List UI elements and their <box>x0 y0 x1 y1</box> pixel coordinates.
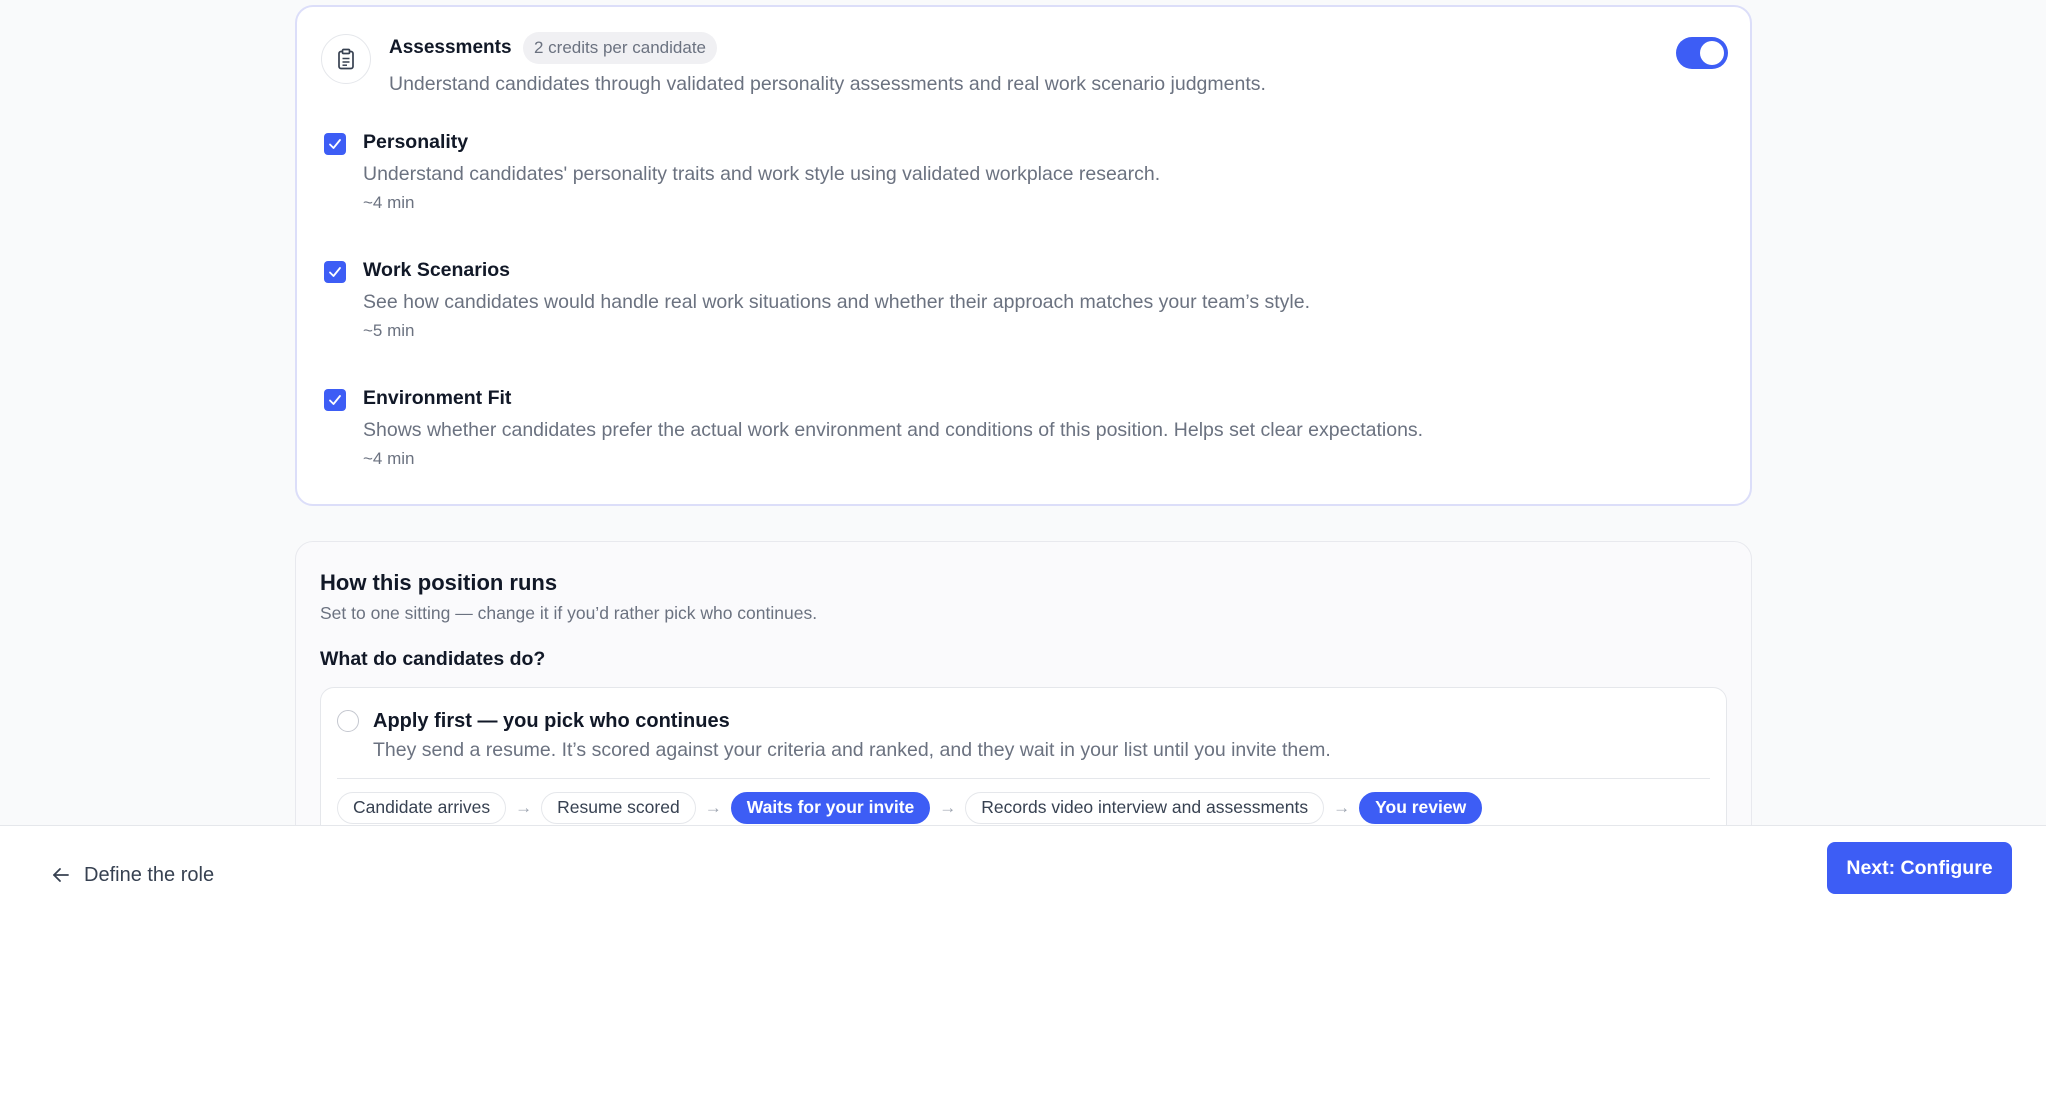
option-apply-first[interactable]: Apply first — you pick who continues The… <box>320 687 1727 825</box>
option-description: They send a resume. It’s scored against … <box>373 739 1331 761</box>
arrow-right-icon: → <box>939 798 957 817</box>
environment-fit-title: Environment Fit <box>363 387 512 409</box>
work-scenarios-description: See how candidates would handle real wor… <box>363 291 1311 313</box>
clipboard-icon <box>321 34 371 84</box>
flow-step-resume-scored: Resume scored <box>541 792 696 824</box>
footer-bar: Define the role Next: Configure <box>0 825 2046 1108</box>
flow-steps: Candidate arrives → Resume scored → Wait… <box>337 792 1483 824</box>
apply-first-radio[interactable] <box>337 710 359 732</box>
position-runs-card: How this position runs Set to one sittin… <box>295 541 1752 825</box>
work-scenarios-checkbox[interactable] <box>324 261 346 283</box>
arrow-right-icon: → <box>1333 798 1351 817</box>
assessments-card: Assessments 2 credits per candidate Unde… <box>295 5 1752 506</box>
arrow-left-icon <box>53 868 69 882</box>
content-area: Assessments 2 credits per candidate Unde… <box>0 0 2046 825</box>
arrow-right-icon: → <box>515 798 533 817</box>
runs-title: How this position runs <box>320 570 558 595</box>
personality-title: Personality <box>363 131 469 153</box>
next-configure-button[interactable]: Next: Configure <box>1827 842 2012 894</box>
flow-step-candidate-arrives: Candidate arrives <box>337 792 507 824</box>
personality-checkbox[interactable] <box>324 133 346 155</box>
option-divider <box>337 778 1710 779</box>
runs-subtitle: Set to one sitting — change it if you’d … <box>320 603 818 623</box>
personality-duration: ~4 min <box>363 193 415 212</box>
flow-step-records-video: Records video interview and assessments <box>965 792 1325 824</box>
flow-step-you-review: You review <box>1359 792 1483 824</box>
toggle-knob <box>1700 41 1724 65</box>
environment-fit-checkbox[interactable] <box>324 389 346 411</box>
personality-description: Understand candidates' personality trait… <box>363 163 1161 185</box>
back-button[interactable]: Define the role <box>52 858 214 892</box>
assessments-title: Assessments <box>389 37 512 58</box>
credits-badge: 2 credits per candidate <box>523 32 717 64</box>
back-button-label: Define the role <box>84 863 215 886</box>
runs-question: What do candidates do? <box>320 648 546 670</box>
environment-fit-description: Shows whether candidates prefer the actu… <box>363 419 1424 441</box>
check-icon <box>329 139 341 149</box>
arrow-right-icon: → <box>704 798 722 817</box>
check-icon <box>329 395 341 405</box>
check-icon <box>329 267 341 277</box>
assessments-toggle[interactable] <box>1676 37 1728 69</box>
environment-fit-duration: ~4 min <box>363 449 415 468</box>
assessments-description: Understand candidates through validated … <box>389 73 1266 95</box>
work-scenarios-title: Work Scenarios <box>363 259 511 281</box>
option-title: Apply first — you pick who continues <box>373 710 730 732</box>
flow-step-waits-for-invite: Waits for your invite <box>730 792 931 824</box>
work-scenarios-duration: ~5 min <box>363 321 415 340</box>
